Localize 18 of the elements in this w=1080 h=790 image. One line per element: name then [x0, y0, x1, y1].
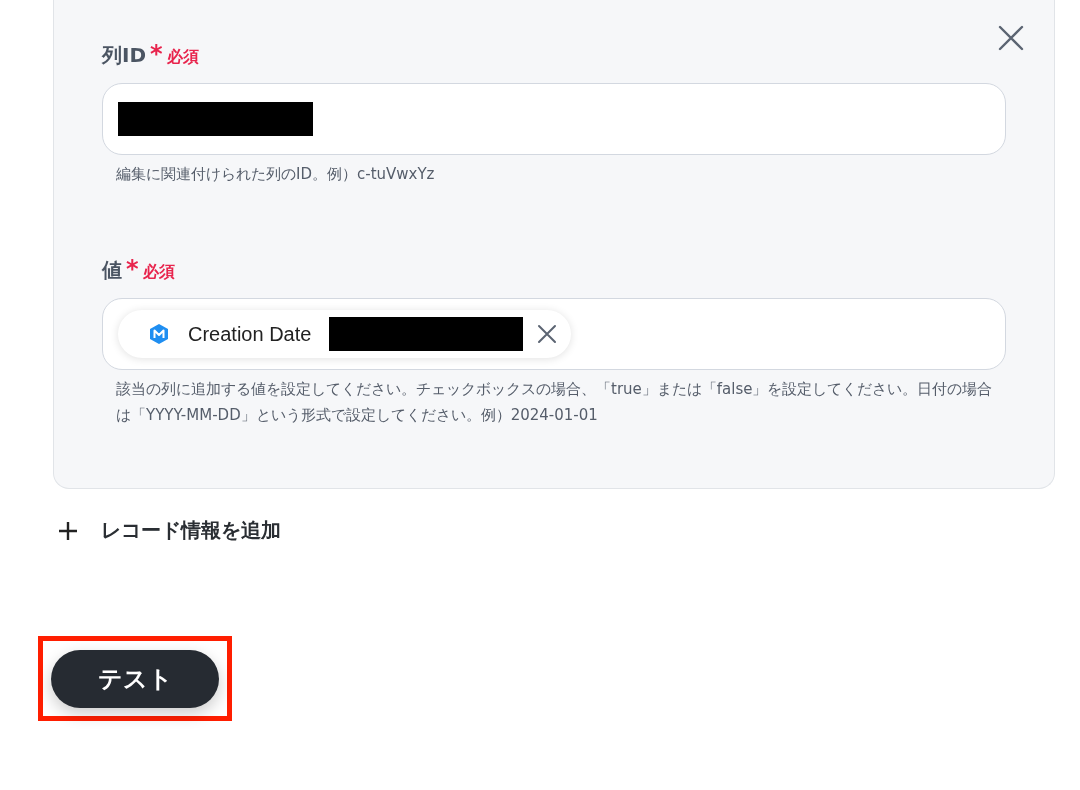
- plus-icon: [57, 519, 79, 542]
- chip-label: Creation Date: [188, 322, 312, 346]
- help-text: 編集に関連付けられた列のID。例）c-tuVwxYz: [116, 164, 436, 185]
- add-record-button[interactable]: レコード情報を追加: [57, 517, 281, 544]
- field-label: 値: [102, 257, 122, 284]
- input-field[interactable]: Creation Date: [102, 298, 1006, 370]
- variable-chip[interactable]: Creation Date: [118, 310, 572, 358]
- required-label: 必須: [142, 262, 175, 283]
- hexagon-logo-icon: [148, 323, 170, 345]
- required-asterisk: *: [150, 42, 163, 66]
- field-label: 列ID: [102, 42, 147, 69]
- help-text: 該当の列に追加する値を設定してください。チェックボックスの場合、「true」または「false」を設定してください。日付の場合は「YYYY-MM-DD」という形式で設定してください。例）2024-01-01: [116, 379, 994, 426]
- required-asterisk: *: [126, 257, 139, 281]
- input-field[interactable]: [102, 83, 1006, 155]
- close-icon[interactable]: [537, 324, 558, 344]
- required-label: 必須: [166, 47, 199, 68]
- close-icon[interactable]: [998, 25, 1024, 51]
- test-button[interactable]: テスト: [51, 649, 219, 708]
